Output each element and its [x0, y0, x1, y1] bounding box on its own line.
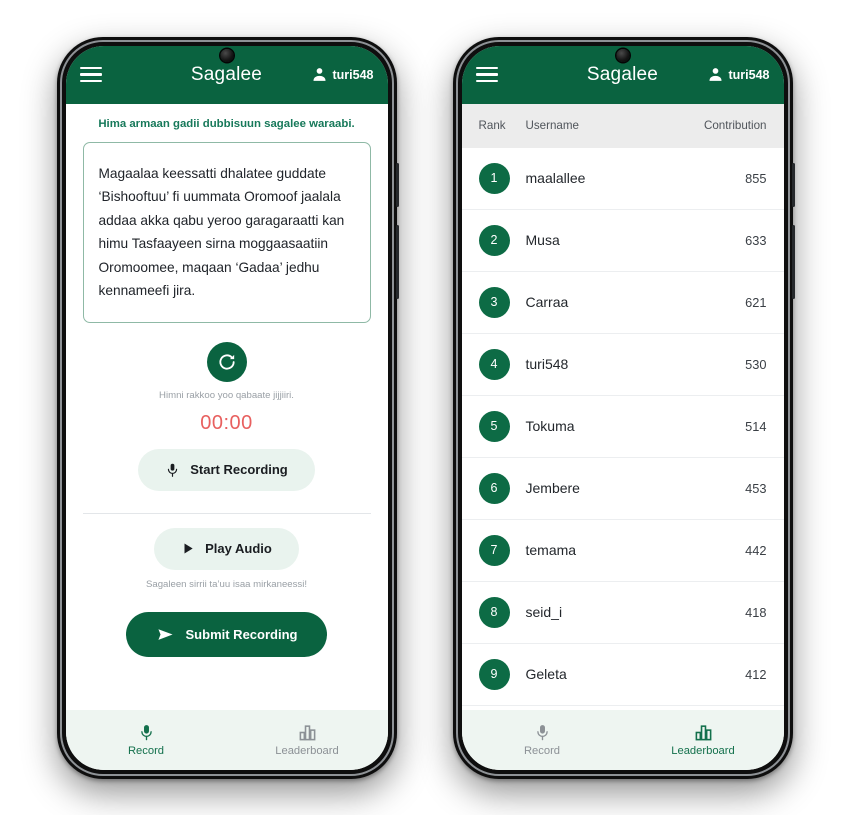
user-menu[interactable]: turi548: [311, 66, 374, 83]
row-contribution: 530: [745, 356, 767, 372]
person-icon: [312, 68, 326, 81]
submit-recording-label: Submit Recording: [185, 626, 298, 642]
nav-leaderboard-label: Leaderboard: [671, 744, 735, 757]
row-username: Carraa: [525, 294, 569, 310]
row-username: Musa: [525, 232, 560, 248]
power-button[interactable]: [395, 224, 399, 299]
table-row[interactable]: 3 Carraa 621: [461, 272, 784, 334]
hamburger-menu-icon[interactable]: [79, 66, 102, 83]
screen-record: Sagalee turi548 Hima armaan gadii dubbis…: [65, 45, 388, 770]
play-audio-button[interactable]: Play Audio: [154, 527, 299, 570]
refresh-hint: Himni rakkoo yoo qabaate jijjiiri.: [159, 389, 294, 401]
row-contribution: 514: [745, 418, 767, 434]
rank-badge: 6: [478, 472, 510, 504]
bar-chart-icon: [299, 724, 315, 740]
front-camera: [220, 48, 233, 62]
table-row[interactable]: 8 seid_i 418: [461, 582, 784, 644]
screenshot-stage: Sagalee turi548 Hima armaan gadii dubbis…: [0, 0, 849, 815]
table-row[interactable]: 9 Geleta 412: [461, 644, 784, 706]
rank-badge: 5: [478, 410, 510, 442]
row-contribution: 442: [745, 542, 767, 558]
volume-button[interactable]: [791, 162, 795, 207]
send-icon: [157, 629, 173, 640]
sentence-card: Magaalaa keessatti dhalatee guddate ‘Bis…: [82, 141, 371, 323]
screen-leaderboard: Sagalee turi548 Rank Username Contributi…: [461, 45, 784, 770]
row-contribution: 418: [745, 604, 767, 620]
row-username: Geleta: [525, 666, 567, 682]
nav-item-leaderboard[interactable]: Leaderboard: [623, 723, 784, 757]
volume-button[interactable]: [395, 162, 399, 207]
leaderboard-header-row: Rank Username Contribution: [461, 103, 784, 148]
nav-record-label: Record: [523, 744, 561, 757]
table-row[interactable]: 5 Tokuma 514: [461, 396, 784, 458]
row-username: seid_i: [525, 604, 563, 620]
phone-record: Sagalee turi548 Hima armaan gadii dubbis…: [56, 36, 399, 779]
row-username: Jembere: [525, 480, 580, 496]
row-contribution: 453: [745, 480, 767, 496]
row-contribution: 412: [745, 666, 767, 682]
bar-chart-icon: [695, 724, 711, 740]
user-name-label: turi548: [332, 67, 374, 82]
rank-badge: 7: [478, 534, 510, 566]
nav-item-record[interactable]: Record: [66, 723, 227, 757]
row-username: temama: [525, 542, 577, 558]
nav-item-leaderboard[interactable]: Leaderboard: [227, 723, 388, 757]
nav-record-label: Record: [127, 744, 165, 757]
table-row[interactable]: 1 maalallee 855: [461, 148, 784, 210]
start-recording-label: Start Recording: [190, 462, 288, 478]
row-username: turi548: [525, 356, 569, 372]
submit-recording-button[interactable]: Submit Recording: [125, 611, 328, 657]
rank-badge: 9: [478, 658, 510, 690]
play-hint: Sagaleen sirrii ta’uu isaa mirkaneessi!: [145, 578, 308, 590]
sentence-text: Magaalaa keessatti dhalatee guddate ‘Bis…: [98, 165, 345, 299]
table-row[interactable]: 7 temama 442: [461, 520, 784, 582]
table-row[interactable]: 6 Jembere 453: [461, 458, 784, 520]
phone-leaderboard: Sagalee turi548 Rank Username Contributi…: [452, 36, 795, 779]
microphone-icon: [168, 463, 178, 477]
record-prompt: Hima armaan gadii dubbisuun sagalee wara…: [98, 117, 355, 130]
rank-badge: 3: [478, 286, 510, 318]
column-header-contribution: Contribution: [703, 119, 767, 132]
row-contribution: 855: [745, 170, 767, 186]
power-button[interactable]: [791, 224, 795, 299]
hamburger-menu-icon[interactable]: [475, 66, 498, 83]
column-header-username: Username: [525, 119, 579, 132]
microphone-icon: [536, 724, 548, 740]
row-contribution: 633: [745, 232, 767, 248]
table-row[interactable]: 2 Musa 633: [461, 210, 784, 272]
bottom-navigation: Record Leaderboard: [461, 709, 784, 770]
user-name-label: turi548: [728, 67, 770, 82]
user-menu[interactable]: turi548: [707, 66, 770, 83]
table-row[interactable]: 4 turi548 530: [461, 334, 784, 396]
microphone-icon: [140, 724, 152, 740]
rank-badge: 1: [478, 162, 510, 194]
person-icon: [708, 68, 722, 81]
row-username: maalallee: [525, 170, 586, 186]
leaderboard-list[interactable]: 1 maalallee 855 2 Musa 633 3 Carraa 621 4 turi548 5…: [461, 147, 784, 710]
play-icon: [184, 543, 193, 554]
row-contribution: 621: [745, 294, 767, 310]
recording-timer: 00:00: [200, 411, 253, 434]
row-username: Tokuma: [525, 418, 575, 434]
app-bar: Sagalee turi548: [461, 45, 784, 104]
bottom-navigation: Record Leaderboard: [65, 709, 388, 770]
front-camera: [616, 48, 629, 62]
nav-leaderboard-label: Leaderboard: [275, 744, 339, 757]
section-divider: [82, 512, 371, 514]
rank-badge: 8: [478, 596, 510, 628]
refresh-sentence-button[interactable]: [206, 341, 247, 382]
refresh-section: Himni rakkoo yoo qabaate jijjiiri.: [66, 341, 388, 401]
nav-item-record[interactable]: Record: [462, 723, 623, 757]
play-audio-label: Play Audio: [205, 541, 272, 557]
rank-badge: 4: [478, 348, 510, 380]
column-header-rank: Rank: [478, 119, 506, 132]
record-page: Hima armaan gadii dubbisuun sagalee wara…: [65, 103, 388, 710]
start-recording-button[interactable]: Start Recording: [138, 448, 315, 491]
refresh-icon: [218, 354, 235, 370]
rank-badge: 2: [478, 224, 510, 256]
app-bar: Sagalee turi548: [65, 45, 388, 104]
